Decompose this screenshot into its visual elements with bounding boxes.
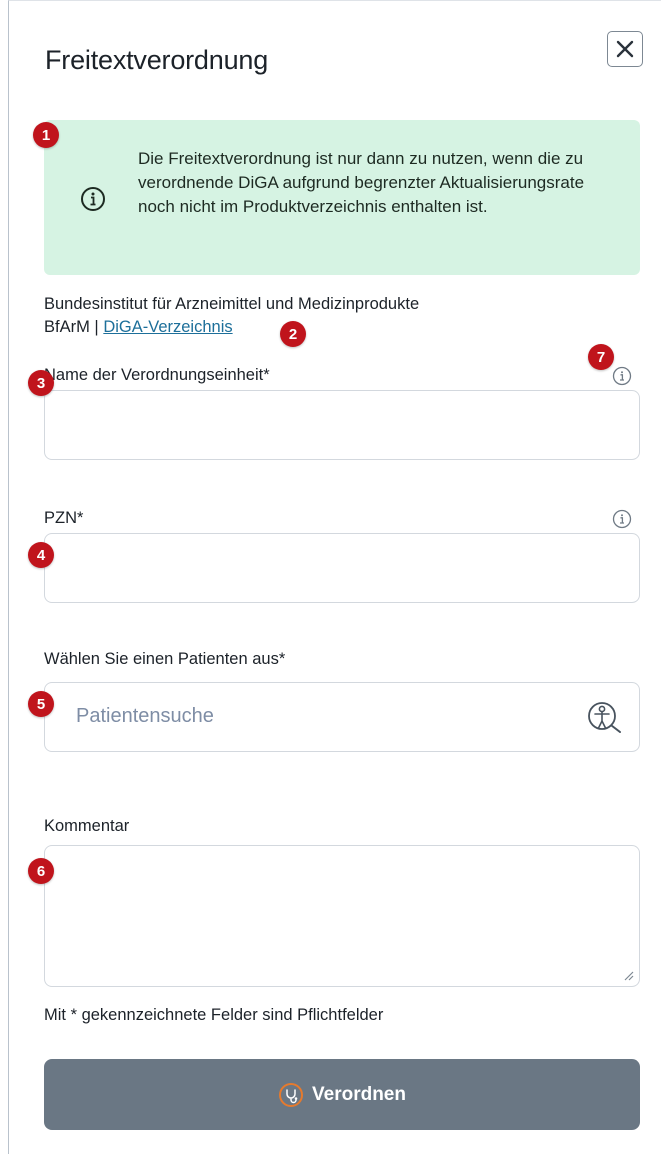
resize-grip-icon[interactable]	[622, 969, 634, 981]
unit-name-input[interactable]	[44, 390, 640, 460]
info-circle-icon	[81, 187, 105, 211]
authority-short: BfArM |	[44, 318, 99, 336]
marker-1: 1	[33, 122, 59, 148]
patient-search-input[interactable]: Patientensuche	[44, 682, 640, 752]
pzn-input[interactable]	[44, 533, 640, 603]
marker-6: 6	[28, 858, 54, 884]
stethoscope-icon	[279, 1082, 303, 1107]
close-icon	[616, 40, 634, 58]
patient-search-placeholder: Patientensuche	[76, 705, 214, 727]
unit-name-info-icon[interactable]	[612, 366, 632, 386]
required-fields-note: Mit * gekennzeichnete Felder sind Pflich…	[44, 1006, 384, 1024]
comment-label: Kommentar	[44, 817, 130, 835]
prescription-dialog: Freitextverordnung Die Freitextverordnun…	[8, 0, 661, 1154]
authority-name: Bundesinstitut für Arzneimittel und Medi…	[44, 295, 420, 313]
marker-3: 3	[28, 370, 54, 396]
patient-label: Wählen Sie einen Patienten aus*	[44, 650, 286, 668]
prescribe-button-label: Verordnen	[312, 1083, 406, 1105]
comment-textarea[interactable]	[44, 845, 640, 987]
marker-7: 7	[588, 344, 614, 370]
diga-directory-link[interactable]: DiGA-Verzeichnis	[103, 318, 232, 336]
close-button[interactable]	[607, 31, 643, 67]
patient-search-icon[interactable]	[586, 700, 624, 738]
dialog-title: Freitextverordnung	[45, 45, 269, 75]
marker-5: 5	[28, 691, 54, 717]
prescribe-button[interactable]: Verordnen	[44, 1059, 640, 1130]
marker-4: 4	[28, 542, 54, 568]
unit-name-label: Name der Verordnungseinheit*	[44, 366, 270, 384]
info-notice: Die Freitextverordnung ist nur dann zu n…	[44, 120, 640, 275]
marker-2: 2	[280, 321, 306, 347]
authority-reference: Bundesinstitut für Arzneimittel und Medi…	[44, 293, 604, 339]
pzn-label: PZN*	[44, 509, 84, 527]
info-notice-text: Die Freitextverordnung ist nur dann zu n…	[138, 149, 585, 216]
pzn-info-icon[interactable]	[612, 509, 632, 529]
